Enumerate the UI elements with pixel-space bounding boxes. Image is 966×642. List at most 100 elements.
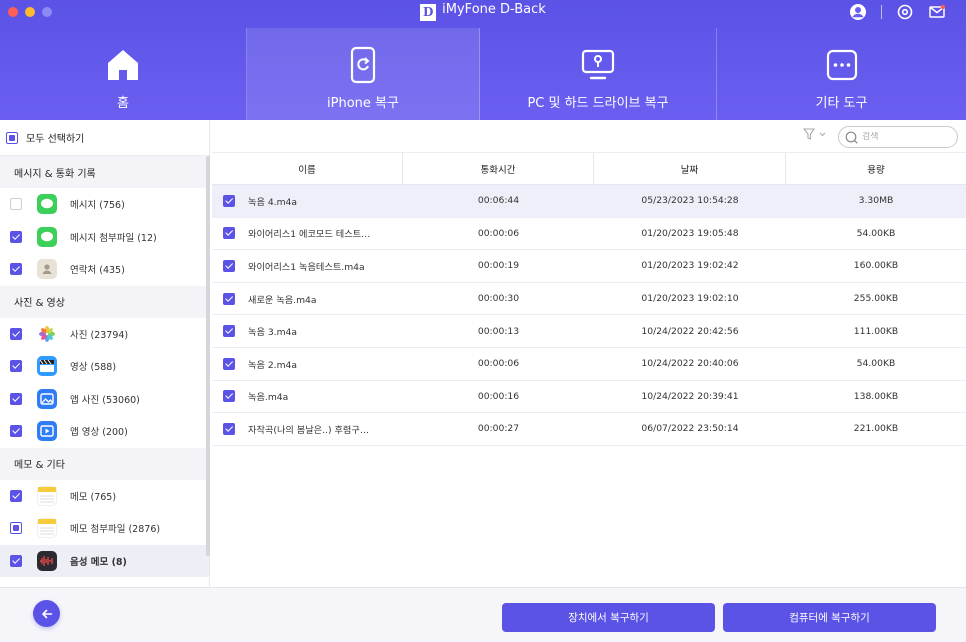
sidebar-item-messages[interactable]: 메시지 (756) — [0, 188, 209, 221]
item-checkbox[interactable] — [10, 198, 22, 211]
pc-drive-icon — [581, 49, 615, 80]
sidebar-item-message-attachments[interactable]: 메시지 첨부파일 (12) — [0, 221, 209, 254]
tab-home[interactable]: 홈 — [0, 28, 247, 120]
recover-to-device-button[interactable]: 장치에서 복구하기 — [502, 603, 715, 632]
call-duration: 00:00:27 — [477, 423, 520, 435]
voice-memo-icon — [37, 550, 57, 571]
call-duration: 00:00:13 — [477, 325, 520, 337]
file-size: 221.00KB — [853, 423, 899, 435]
column-header-name[interactable]: 이름 — [212, 153, 403, 184]
table-row[interactable]: 녹음 4.m4a 00:06:44 05/23/2023 10:54:28 3.… — [212, 185, 966, 218]
sidebar-item-label: 사진 (23794) — [70, 329, 129, 341]
item-checkbox[interactable] — [10, 230, 22, 243]
sidebar-item-videos[interactable]: 영상 (588) — [0, 350, 209, 383]
call-duration: 00:00:30 — [477, 293, 520, 305]
call-duration: 00:00:16 — [477, 390, 520, 402]
app-video-icon — [37, 421, 57, 442]
file-name: 와이어리스1 에코모드 테스트… — [248, 229, 371, 241]
file-date: 10/24/2022 20:40:06 — [641, 358, 739, 370]
sidebar-item-notes[interactable]: 메모 (765) — [0, 480, 209, 513]
file-date: 10/24/2022 20:42:56 — [641, 325, 739, 337]
table-row[interactable]: 녹음 3.m4a 00:00:13 10/24/2022 20:42:56 11… — [212, 315, 966, 348]
file-size: 160.00KB — [853, 260, 899, 272]
column-header-duration[interactable]: 통화시간 — [403, 153, 594, 184]
video-icon — [37, 356, 57, 377]
sidebar-item-photos[interactable]: 사진 (23794) — [0, 318, 209, 351]
table-row[interactable]: 새로운 녹음.m4a 00:00:30 01/20/2023 19:02:10 … — [212, 283, 966, 316]
file-size: 3.30MB — [858, 195, 894, 207]
item-checkbox[interactable] — [10, 554, 22, 567]
row-checkbox[interactable] — [223, 259, 235, 272]
notes-icon — [37, 485, 57, 506]
tab-other-tools[interactable]: 기타 도구 — [717, 28, 966, 120]
category-notes-header: 메모 & 기타 — [0, 447, 209, 480]
row-checkbox[interactable] — [223, 390, 235, 403]
more-icon — [826, 49, 857, 81]
file-name: 자작곡(나의 봄날은..) 후렴구… — [248, 424, 370, 436]
sidebar-item-voice-memos[interactable]: 음성 메모 (8) — [0, 544, 209, 577]
table-row[interactable]: 와이어리스1 녹음테스트.m4a 00:00:19 01/20/2023 19:… — [212, 250, 966, 283]
column-header-date[interactable]: 날짜 — [594, 153, 786, 184]
table-row[interactable]: 와이어리스1 에코모드 테스트… 00:00:06 01/20/2023 19:… — [212, 218, 966, 251]
call-duration: 00:00:06 — [477, 227, 520, 239]
sidebar-item-label: 음성 메모 (8) — [70, 556, 127, 568]
file-size: 255.00KB — [853, 293, 899, 305]
call-duration: 00:00:06 — [477, 358, 520, 370]
select-all-row[interactable]: 모두 선택하기 — [0, 120, 209, 156]
file-size: 54.00KB — [856, 227, 896, 239]
select-all-label: 모두 선택하기 — [26, 134, 85, 145]
item-checkbox[interactable] — [10, 327, 22, 340]
row-checkbox[interactable] — [223, 357, 235, 370]
sidebar-item-label: 영상 (588) — [70, 362, 117, 374]
phone-recover-icon — [350, 46, 376, 84]
sidebar-item-label: 연락처 (435) — [70, 265, 125, 277]
chevron-down-icon — [819, 132, 826, 137]
column-header-size[interactable]: 용량 — [786, 153, 966, 184]
filter-button[interactable] — [803, 128, 826, 141]
item-checkbox[interactable] — [10, 360, 22, 373]
account-icon[interactable] — [849, 3, 867, 21]
row-checkbox[interactable] — [223, 227, 235, 240]
table-row[interactable]: 녹음.m4a 00:00:16 10/24/2022 20:39:41 138.… — [212, 381, 966, 414]
back-button[interactable] — [33, 600, 60, 627]
item-checkbox[interactable] — [10, 425, 22, 438]
action-footer: 장치에서 복구하기 컴퓨터에 복구하기 — [0, 587, 966, 642]
item-checkbox[interactable] — [10, 392, 22, 405]
main-tabs: 홈 iPhone 복구 PC 및 하드 드라이브 복구 기타 도구 — [0, 28, 966, 120]
search-input[interactable] — [862, 132, 942, 142]
row-checkbox[interactable] — [223, 292, 235, 305]
home-icon — [108, 50, 138, 80]
mail-icon[interactable] — [928, 3, 946, 21]
notes-icon — [37, 518, 57, 539]
row-checkbox[interactable] — [223, 325, 235, 338]
table-row[interactable]: 녹음 2.m4a 00:00:06 10/24/2022 20:40:06 54… — [212, 348, 966, 381]
file-name: 와이어리스1 녹음테스트.m4a — [248, 261, 365, 273]
sidebar-item-note-attachments[interactable]: 메모 첨부파일 (2876) — [0, 512, 209, 545]
tab-iphone-recovery[interactable]: iPhone 복구 — [247, 28, 480, 120]
item-checkbox[interactable] — [10, 263, 22, 276]
sidebar-item-app-photos[interactable]: 앱 사진 (53060) — [0, 383, 209, 416]
tab-home-label: 홈 — [117, 96, 129, 111]
window-title: DiMyFone D-Back — [0, 2, 966, 21]
sidebar-item-app-videos[interactable]: 앱 영상 (200) — [0, 415, 209, 448]
header-separator — [881, 5, 882, 19]
table-row[interactable]: 자작곡(나의 봄날은..) 후렴구… 00:00:27 06/07/2022 2… — [212, 413, 966, 446]
file-date: 01/20/2023 19:02:10 — [641, 293, 739, 305]
file-name: 녹음.m4a — [248, 392, 289, 404]
search-box[interactable] — [838, 126, 958, 148]
sidebar-scrollbar[interactable] — [206, 156, 210, 556]
recover-to-computer-button[interactable]: 컴퓨터에 복구하기 — [723, 603, 936, 632]
item-checkbox[interactable] — [10, 522, 22, 535]
select-all-checkbox[interactable] — [6, 131, 18, 144]
row-checkbox[interactable] — [223, 194, 235, 207]
row-checkbox[interactable] — [223, 422, 235, 435]
file-name: 새로운 녹음.m4a — [248, 294, 317, 306]
app-header: DiMyFone D-Back 홈 iPhone 복구 PC 및 하드 드라이브… — [0, 0, 966, 120]
category-sidebar: 모두 선택하기 메시지 & 통화 기록 메시지 (756) 메시지 첨부파일 (… — [0, 120, 210, 587]
tab-pc-drive-recovery[interactable]: PC 및 하드 드라이브 복구 — [480, 28, 717, 120]
sidebar-item-label: 메시지 첨부파일 (12) — [70, 232, 157, 244]
sidebar-item-contacts[interactable]: 연락처 (435) — [0, 253, 209, 286]
list-toolbar — [212, 120, 966, 153]
settings-icon[interactable] — [896, 3, 914, 21]
item-checkbox[interactable] — [10, 489, 22, 502]
